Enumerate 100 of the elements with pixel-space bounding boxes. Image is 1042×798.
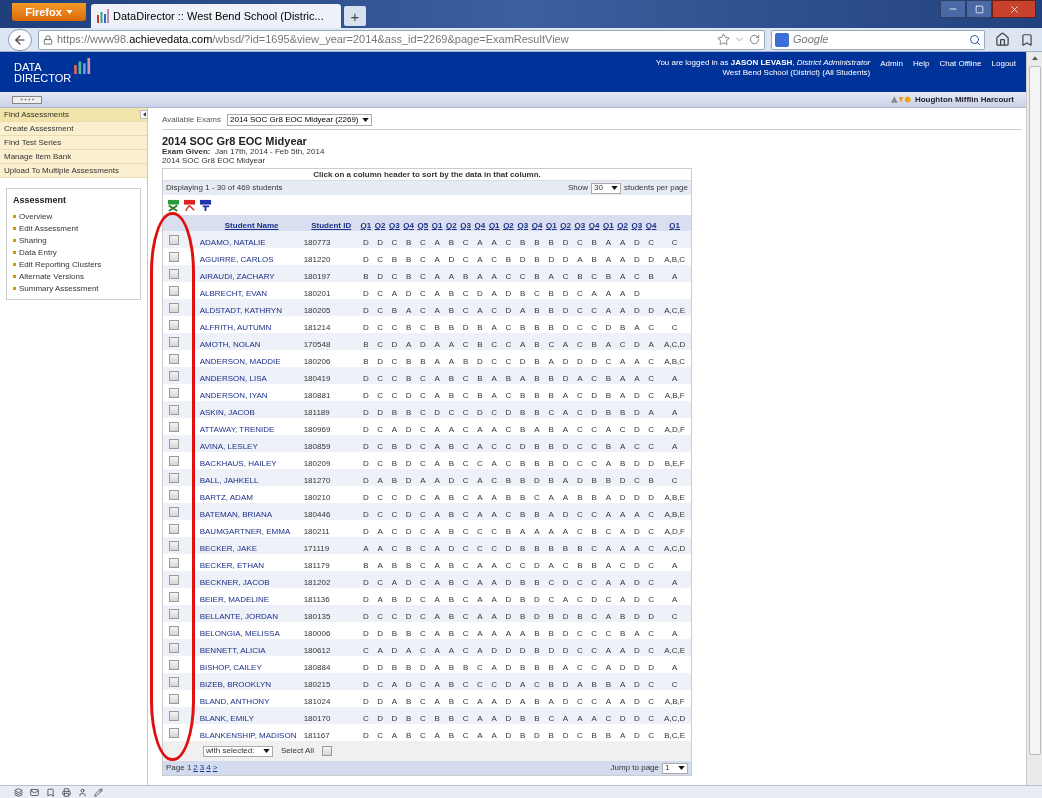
bulk-action-select[interactable]: with selected: — [203, 745, 273, 757]
student-name-link[interactable]: BALL, JAHKELL — [199, 475, 259, 485]
column-header[interactable]: Q1 — [431, 221, 443, 230]
student-name-link[interactable]: BLANK, EMILY — [199, 713, 254, 723]
star-icon[interactable] — [717, 33, 730, 46]
student-name-link[interactable]: BLANKENSHIP, MADISON — [199, 730, 297, 740]
checkbox[interactable] — [169, 404, 179, 415]
student-name-link[interactable]: BECKER, JAKE — [199, 543, 258, 553]
checkbox[interactable] — [169, 625, 179, 636]
student-name-link[interactable]: BARTZ, ADAM — [199, 492, 253, 502]
page-link[interactable]: 4 — [206, 764, 211, 772]
checkbox[interactable] — [169, 693, 179, 704]
close-button[interactable] — [992, 0, 1036, 18]
panel-link[interactable]: Edit Reporting Clusters — [13, 259, 134, 270]
url-field[interactable]: https://www98.achievedata.com/wbsd/?id=1695&view_year=2014&ass_id=2269&page=ExamResultView — [38, 29, 765, 50]
panel-link[interactable]: Edit Assessment — [13, 223, 134, 234]
checkbox[interactable] — [169, 710, 179, 721]
browser-tab[interactable]: DataDirector :: West Bend School (Distric... — [91, 4, 341, 28]
checkbox[interactable] — [169, 285, 179, 296]
checkbox[interactable] — [169, 676, 179, 687]
scroll-up-icon[interactable] — [1031, 56, 1038, 60]
checkbox[interactable] — [169, 455, 179, 466]
column-header[interactable]: Q3 — [460, 221, 471, 230]
checkbox[interactable] — [169, 387, 179, 398]
checkbox[interactable] — [169, 268, 179, 279]
panel-link[interactable]: Sharing — [13, 235, 134, 246]
column-header[interactable]: Q3 — [389, 221, 400, 230]
column-header[interactable]: Q4 — [588, 221, 600, 230]
student-name-link[interactable]: BATEMAN, BRIANA — [199, 509, 272, 519]
checkbox[interactable] — [169, 608, 179, 619]
student-name-link[interactable]: BELLANTE, JORDAN — [199, 611, 278, 621]
checkbox[interactable] — [169, 234, 179, 245]
panel-link[interactable]: Data Entry — [13, 247, 134, 258]
bookmark-icon[interactable] — [1020, 32, 1034, 47]
student-name-link[interactable]: ALFRITH, AUTUMN — [199, 322, 272, 332]
header-link[interactable]: Help — [912, 58, 930, 70]
checkbox[interactable] — [169, 659, 179, 670]
checkbox[interactable] — [169, 591, 179, 602]
back-button[interactable] — [8, 28, 32, 51]
sidebar-item[interactable]: Manage Item Bank — [0, 150, 147, 164]
document-export-icon[interactable] — [199, 198, 212, 212]
column-header[interactable]: Q1 — [669, 221, 680, 230]
bookmark-icon[interactable] — [46, 787, 55, 797]
column-header[interactable]: Q4 — [645, 221, 657, 230]
header-link[interactable]: Chat Offline — [939, 58, 982, 70]
checkbox[interactable] — [169, 472, 179, 483]
student-name-link[interactable]: BECKNER, JACOB — [199, 577, 270, 587]
toggle-button[interactable] — [12, 95, 42, 104]
mail-icon[interactable] — [30, 787, 39, 797]
column-header[interactable]: Q2 — [503, 221, 514, 230]
column-header[interactable]: Student ID — [311, 221, 352, 230]
student-name-link[interactable]: AVINA, LESLEY — [199, 441, 258, 451]
student-name-link[interactable]: BEIER, MADELINE — [199, 594, 270, 604]
sidebar-item[interactable]: Find Test Series — [0, 136, 147, 150]
student-name-link[interactable]: BAUMGARTNER, EMMA — [199, 526, 291, 536]
pencil-icon[interactable] — [94, 787, 103, 797]
jump-select[interactable]: 1 — [662, 762, 688, 774]
checkbox[interactable] — [169, 540, 179, 551]
checkbox[interactable] — [169, 302, 179, 313]
header-link[interactable]: Logout — [991, 58, 1016, 70]
column-header[interactable]: Student Name — [224, 221, 279, 230]
column-header[interactable]: Q1 — [603, 221, 614, 230]
column-header[interactable]: Q2 — [617, 221, 628, 230]
student-name-link[interactable]: ANDERSON, LISA — [199, 373, 267, 383]
search-icon[interactable] — [969, 33, 981, 46]
minimize-button[interactable] — [940, 0, 966, 18]
student-name-link[interactable]: ALBRECHT, EVAN — [199, 288, 268, 298]
panel-link[interactable]: Summary Assessment — [13, 283, 134, 294]
checkbox[interactable] — [169, 438, 179, 449]
student-name-link[interactable]: ANDERSON, IYAN — [199, 390, 268, 400]
column-header[interactable]: Q2 — [374, 221, 386, 230]
column-header[interactable]: Q2 — [446, 221, 457, 230]
checkbox[interactable] — [169, 251, 179, 262]
checkbox[interactable] — [169, 489, 179, 500]
student-name-link[interactable]: BECKER, ETHAN — [199, 560, 265, 570]
checkbox[interactable] — [169, 523, 179, 534]
spreadsheet-export-icon[interactable] — [167, 198, 180, 212]
header-link[interactable]: Admin — [880, 58, 903, 70]
student-name-link[interactable]: AIRAUDI, ZACHARY — [199, 271, 275, 281]
checkbox[interactable] — [169, 727, 179, 738]
reload-icon[interactable] — [749, 34, 760, 45]
student-name-link[interactable]: BACKHAUS, HAILEY — [199, 458, 277, 468]
column-header[interactable]: Q1 — [360, 221, 372, 230]
student-name-link[interactable]: BLAND, ANTHONY — [199, 696, 270, 706]
printer-icon[interactable] — [62, 787, 71, 797]
collapse-button[interactable] — [140, 110, 148, 119]
student-name-link[interactable]: BIZEB, BROOKLYN — [199, 679, 272, 689]
checkbox[interactable] — [169, 319, 179, 330]
column-header[interactable]: Q2 — [560, 221, 571, 230]
student-name-link[interactable]: ADAMO, NATALIE — [199, 237, 266, 247]
student-name-link[interactable]: ATTAWAY, TRENIDE — [199, 424, 275, 434]
checkbox[interactable] — [169, 557, 179, 568]
new-tab-button[interactable]: + — [344, 6, 366, 26]
checkbox[interactable] — [169, 642, 179, 653]
page-link[interactable]: > — [212, 764, 218, 772]
column-header[interactable]: Q5 — [417, 221, 429, 230]
scrollbar[interactable] — [1026, 52, 1042, 785]
checkbox[interactable] — [169, 574, 179, 585]
column-header[interactable]: Q4 — [474, 221, 486, 230]
student-name-link[interactable]: ANDERSON, MADDIE — [199, 356, 281, 366]
